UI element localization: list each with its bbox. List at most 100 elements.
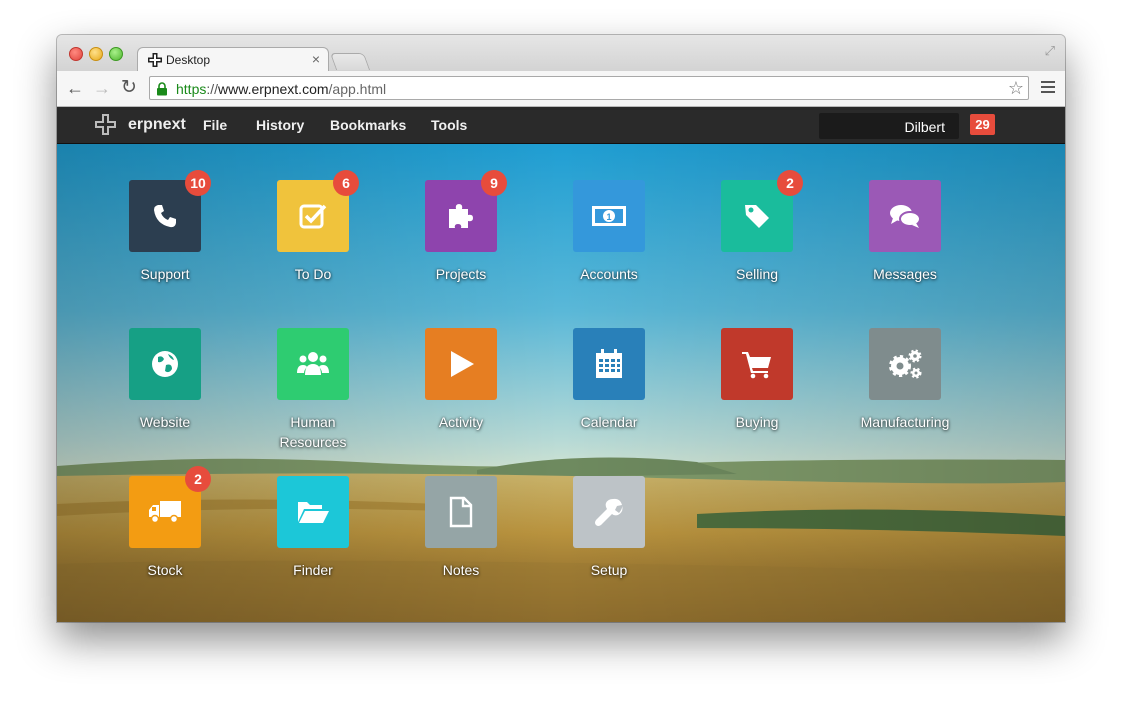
menu-tools[interactable]: Tools bbox=[431, 117, 467, 133]
forward-icon[interactable]: → bbox=[93, 78, 111, 98]
app-label: Support bbox=[140, 266, 190, 282]
app-manufacturing[interactable]: Manufacturing bbox=[850, 328, 960, 432]
app-icon-tile[interactable] bbox=[721, 328, 793, 400]
new-tab-button[interactable] bbox=[329, 53, 371, 70]
tab-title: Desktop bbox=[166, 53, 211, 67]
app-icon-tile[interactable]: 1 bbox=[573, 180, 645, 252]
app-label: Website bbox=[139, 414, 191, 430]
checkbox-icon bbox=[299, 204, 327, 229]
tab-desktop[interactable]: Desktop × bbox=[137, 47, 329, 71]
app-icon-tile[interactable]: 2 bbox=[129, 466, 211, 548]
app-icon-tile[interactable] bbox=[425, 476, 497, 548]
user-name: Dilbert bbox=[904, 119, 945, 135]
close-window-button[interactable] bbox=[69, 47, 83, 61]
minimize-window-button[interactable] bbox=[89, 47, 103, 61]
app-messages[interactable]: Messages bbox=[850, 180, 960, 284]
chat-icon bbox=[890, 205, 921, 228]
app-human-resources[interactable]: Human Resources bbox=[258, 328, 368, 452]
erpnext-favicon-icon bbox=[148, 53, 162, 67]
app-accounts[interactable]: 1 Accounts bbox=[554, 180, 664, 284]
app-label: Setup bbox=[590, 562, 628, 578]
cart-icon bbox=[742, 352, 771, 379]
notification-badge: 6 bbox=[333, 170, 359, 196]
gears-icon bbox=[889, 349, 922, 379]
app-label: Finder bbox=[293, 562, 333, 578]
app-label: Manufacturing bbox=[860, 414, 950, 430]
app-label: Human Resources bbox=[279, 414, 347, 450]
group-icon bbox=[297, 352, 329, 375]
app-label: Notes bbox=[442, 562, 480, 578]
app-icon-tile[interactable] bbox=[573, 476, 645, 548]
app-icon-tile[interactable] bbox=[277, 328, 349, 400]
app-calendar[interactable]: Calendar bbox=[554, 328, 664, 432]
app-buying[interactable]: Buying bbox=[702, 328, 812, 432]
app-label: Calendar bbox=[580, 414, 638, 430]
app-icon-tile[interactable]: 2 bbox=[721, 170, 803, 252]
notification-badge: 2 bbox=[777, 170, 803, 196]
calendar-icon bbox=[596, 349, 622, 378]
zoom-window-button[interactable] bbox=[109, 47, 123, 61]
app-icon-tile[interactable] bbox=[869, 328, 941, 400]
app-notes[interactable]: Notes bbox=[406, 476, 516, 580]
address-bar[interactable]: https://www.erpnext.com/app.html ☆ bbox=[149, 76, 1029, 100]
app-icon-tile[interactable]: 6 bbox=[277, 170, 359, 252]
app-projects[interactable]: 9 Projects bbox=[406, 170, 516, 284]
tab-close-icon[interactable]: × bbox=[312, 51, 320, 67]
browser-menu-icon[interactable] bbox=[1041, 81, 1055, 96]
svg-text:1: 1 bbox=[606, 212, 611, 222]
app-label: Stock bbox=[147, 562, 183, 578]
back-icon[interactable]: ← bbox=[66, 78, 84, 98]
wrench-icon bbox=[595, 498, 623, 526]
notification-badge: 9 bbox=[481, 170, 507, 196]
browser-toolbar: ← → ↻ https://www.erpnext.com/app.html ☆ bbox=[57, 71, 1065, 107]
app-icon-tile[interactable] bbox=[129, 328, 201, 400]
notification-badge: 2 bbox=[185, 466, 211, 492]
globe-icon bbox=[152, 351, 178, 377]
app-activity[interactable]: Activity bbox=[406, 328, 516, 432]
app-icon-tile[interactable] bbox=[573, 328, 645, 400]
app-icon-tile[interactable] bbox=[425, 328, 497, 400]
money-icon: 1 bbox=[592, 206, 626, 226]
menu-file[interactable]: File bbox=[203, 117, 227, 133]
app-finder[interactable]: Finder bbox=[258, 476, 368, 580]
puzzle-icon bbox=[449, 204, 473, 228]
truck-icon bbox=[149, 501, 181, 524]
notifications-badge[interactable]: 29 bbox=[970, 114, 995, 135]
phone-icon bbox=[154, 205, 176, 228]
app-setup[interactable]: Setup bbox=[554, 476, 664, 580]
app-support[interactable]: 10 Support bbox=[110, 170, 220, 284]
url-text: https://www.erpnext.com/app.html bbox=[176, 81, 387, 97]
file-icon bbox=[449, 496, 473, 528]
tag-icon bbox=[745, 205, 769, 228]
fullscreen-icon[interactable]: ⤢ bbox=[1045, 43, 1055, 59]
app-label: Accounts bbox=[580, 266, 638, 282]
app-website[interactable]: Website bbox=[110, 328, 220, 432]
app-label: Activity bbox=[438, 414, 484, 430]
browser-window: Desktop × ⤢ ← → ↻ https://www.erpnext.co… bbox=[57, 35, 1065, 622]
app-label: To Do bbox=[294, 266, 332, 282]
folder-open-icon bbox=[298, 502, 329, 523]
app-label: Selling bbox=[735, 266, 779, 282]
app-label: Projects bbox=[435, 266, 487, 282]
menu-bookmarks[interactable]: Bookmarks bbox=[330, 117, 406, 133]
user-menu[interactable]: Dilbert bbox=[819, 113, 959, 139]
app-to-do[interactable]: 6 To Do bbox=[258, 170, 368, 284]
notification-badge: 10 bbox=[185, 170, 211, 196]
tab-strip: Desktop × ⤢ bbox=[57, 35, 1065, 71]
play-icon bbox=[451, 351, 474, 377]
erpnext-logo-icon[interactable] bbox=[95, 114, 116, 135]
app-navbar: erpnext File History Bookmarks Tools Dil… bbox=[57, 107, 1065, 144]
app-label: Messages bbox=[873, 266, 937, 282]
desktop-area: 10 Support 6 To Do 9 Projects 1 Accounts bbox=[57, 144, 1065, 622]
menu-history[interactable]: History bbox=[256, 117, 304, 133]
app-icon-tile[interactable] bbox=[869, 180, 941, 252]
bookmark-star-icon[interactable]: ☆ bbox=[1008, 78, 1024, 99]
app-icon-tile[interactable]: 9 bbox=[425, 170, 507, 252]
reload-icon[interactable]: ↻ bbox=[121, 78, 137, 98]
app-icon-tile[interactable] bbox=[277, 476, 349, 548]
app-stock[interactable]: 2 Stock bbox=[110, 466, 220, 580]
app-icon-tile[interactable]: 10 bbox=[129, 170, 211, 252]
lock-icon bbox=[157, 82, 167, 96]
app-selling[interactable]: 2 Selling bbox=[702, 170, 812, 284]
brand-name[interactable]: erpnext bbox=[128, 116, 186, 134]
